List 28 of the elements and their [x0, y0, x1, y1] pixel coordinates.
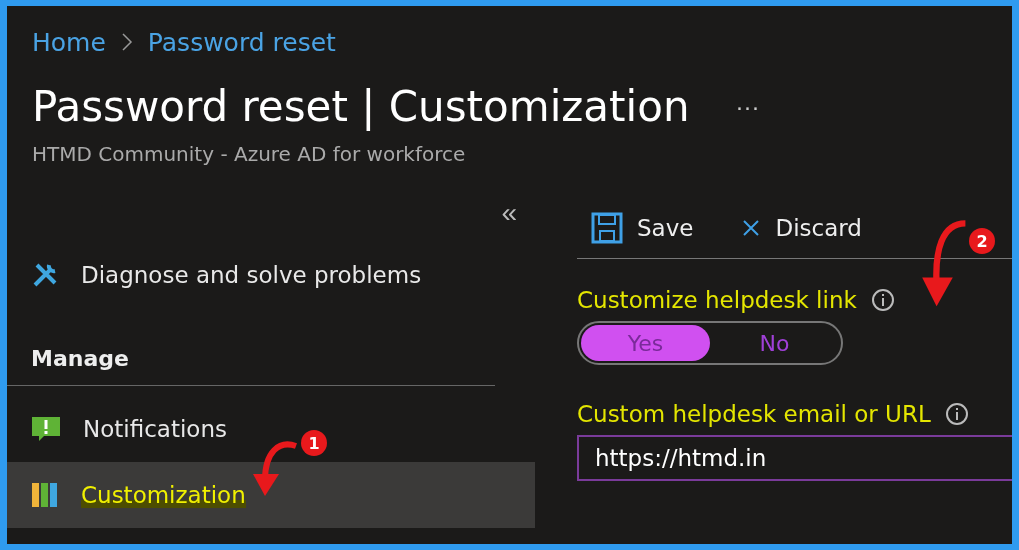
info-icon [944, 402, 969, 426]
save-icon [591, 212, 623, 244]
url-input-field[interactable]: https://htmd.in [577, 435, 1012, 481]
sidebar-item-label: Customization [81, 482, 246, 508]
info-icon [870, 288, 895, 312]
columns-icon [31, 482, 59, 508]
close-icon [741, 218, 762, 238]
page-subtitle: HTMD Community - Azure AD for workforce [32, 142, 467, 166]
collapse-button[interactable]: « [501, 198, 517, 228]
chevron-icon [119, 32, 134, 52]
sidebar-item-label: Diagnose and solve problems [81, 262, 422, 288]
breadcrumb-link[interactable]: Password reset [147, 27, 336, 57]
more-button[interactable]: ··· [729, 93, 766, 121]
field-label: Customize helpdesk link [577, 287, 857, 313]
page-title: Password reset | Customization [32, 82, 690, 132]
step-number-badge: 1 [301, 430, 327, 456]
section-heading: Manage [7, 308, 495, 386]
notification-icon [31, 416, 61, 442]
sidebar-item[interactable]: Notifications [7, 396, 227, 462]
breadcrumb-link[interactable]: Home [32, 27, 106, 57]
sidebar-item[interactable]: Diagnose and solve problems [7, 242, 422, 308]
sidebar-item-label: Notifications [83, 416, 227, 442]
toolbar-button[interactable]: Save [577, 212, 708, 244]
field-label: Custom helpdesk email or URL [577, 401, 931, 427]
step-number-badge: 2 [969, 228, 995, 254]
toolbar-button[interactable]: Discard [727, 215, 876, 241]
sidebar-item[interactable]: Customization [7, 462, 535, 528]
tools-icon [31, 261, 59, 289]
